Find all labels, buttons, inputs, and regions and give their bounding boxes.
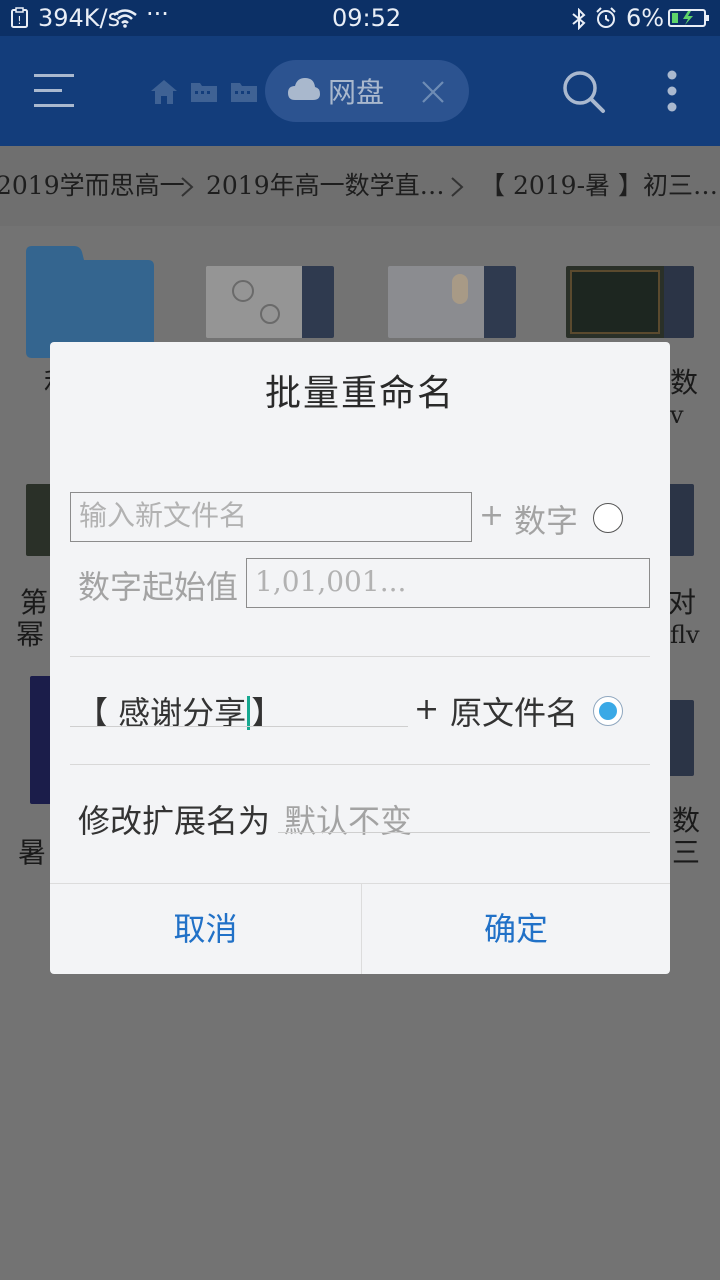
- search-icon[interactable]: [562, 70, 606, 114]
- plus-sign: +: [479, 498, 505, 533]
- folder-icon[interactable]: [190, 80, 218, 104]
- prefix-input[interactable]: 【 感谢分享】: [76, 688, 283, 734]
- file-name-fragment: 数: [672, 804, 701, 837]
- net-speed: 394K/s: [38, 4, 121, 32]
- video-thumbnail[interactable]: [668, 700, 694, 776]
- menu-icon[interactable]: [34, 74, 76, 108]
- cloud-icon: [288, 78, 320, 100]
- folder-icon[interactable]: [230, 80, 258, 104]
- app-toolbar: 网盘: [0, 36, 720, 146]
- close-icon[interactable]: [421, 80, 445, 104]
- file-name-fragment: 幂: [16, 618, 45, 651]
- file-name-fragment: 暑: [18, 836, 47, 869]
- video-thumbnail[interactable]: [26, 484, 52, 556]
- extension-label: 修改扩展名为: [78, 802, 271, 840]
- wifi-icon: [113, 9, 137, 28]
- file-name-fragment: flv: [670, 621, 700, 649]
- breadcrumb-item[interactable]: 2019学而思高一: [0, 146, 185, 226]
- batch-rename-dialog: [50, 342, 670, 974]
- clipboard-icon: !: [11, 7, 28, 28]
- text-cursor: [247, 696, 251, 730]
- overflow-dots: ···: [146, 0, 169, 28]
- tab-netdisk[interactable]: 网盘: [265, 60, 469, 122]
- number-start-input[interactable]: 1,01,001...: [246, 558, 650, 608]
- chevron-right-icon: [181, 177, 194, 197]
- video-thumbnail[interactable]: [566, 266, 694, 338]
- video-thumbnail[interactable]: [206, 266, 334, 338]
- number-option-label: 数字: [514, 502, 579, 540]
- status-bar: ! 394K/s ··· 09:52 6%: [0, 0, 720, 36]
- tab-netdisk-label: 网盘: [328, 76, 385, 109]
- breadcrumb-item[interactable]: 2019年高一数学直…: [206, 146, 445, 226]
- breadcrumb: 2019学而思高一 2019年高一数学直… 【 2019-暑 】初三…: [0, 146, 720, 226]
- home-icon[interactable]: [150, 79, 178, 105]
- confirm-button[interactable]: 确定: [362, 884, 670, 974]
- svg-text:!: !: [17, 14, 21, 27]
- alarm-icon: [596, 7, 616, 28]
- number-start-label: 数字起始值: [78, 568, 239, 606]
- plus-sign: +: [414, 692, 440, 727]
- new-name-input[interactable]: 输入新文件名: [70, 492, 472, 542]
- clock: 09:52: [332, 4, 402, 32]
- divider: [70, 656, 650, 657]
- cancel-button[interactable]: 取消: [50, 884, 361, 974]
- breadcrumb-item[interactable]: 【 2019-暑 】初三…: [480, 146, 718, 226]
- dialog-title: 批量重命名: [264, 373, 455, 414]
- chevron-right-icon: [451, 177, 464, 197]
- file-name-fragment: 第: [20, 586, 49, 619]
- file-name-fragment: 三: [672, 836, 701, 869]
- extension-input[interactable]: 默认不变: [284, 796, 412, 842]
- bluetooth-icon: [572, 8, 586, 30]
- more-vertical-icon[interactable]: [665, 70, 679, 114]
- divider: [70, 764, 650, 765]
- battery-icon: [668, 9, 709, 27]
- video-thumbnail[interactable]: [388, 266, 516, 338]
- video-thumbnail[interactable]: [30, 676, 52, 804]
- file-name-fragment: 对: [668, 586, 697, 619]
- number-radio[interactable]: [593, 503, 623, 533]
- battery-percent: 6%: [626, 4, 665, 32]
- extension-input-underline: [278, 832, 650, 833]
- video-thumbnail[interactable]: [668, 484, 694, 556]
- prefix-input-underline: [70, 726, 408, 727]
- original-name-radio[interactable]: [593, 696, 623, 726]
- original-name-label: 原文件名: [450, 694, 579, 732]
